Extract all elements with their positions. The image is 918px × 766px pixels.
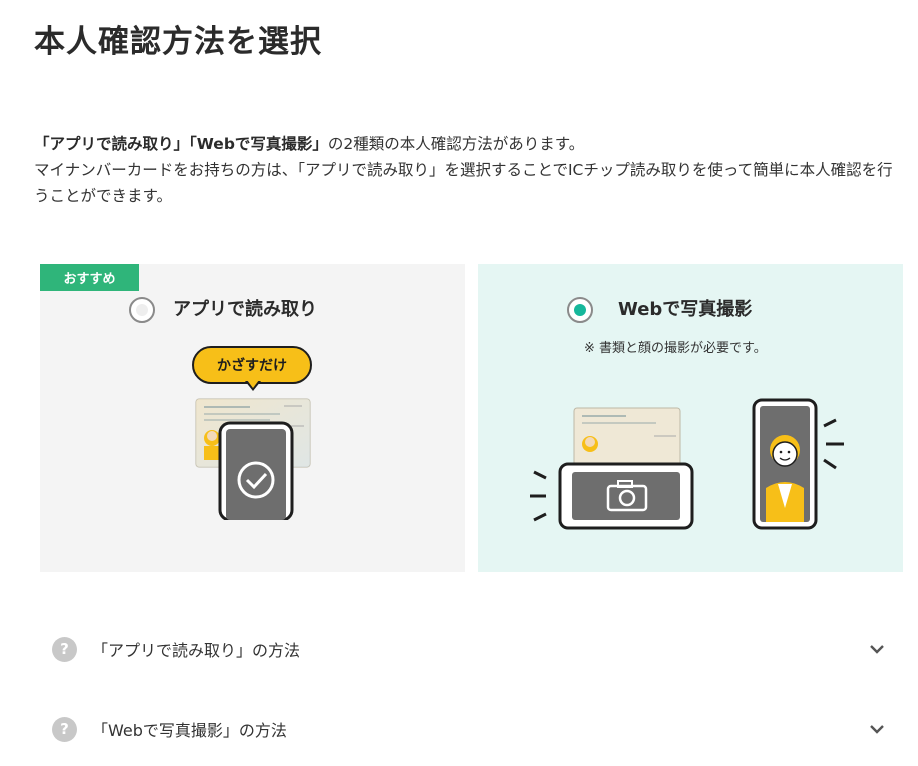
option-label-app: アプリで読み取り [173, 299, 317, 320]
phone-reading-card-illustration [195, 398, 311, 520]
option-label-web: Webで写真撮影 [618, 299, 753, 320]
page-title: 本人確認方法を選択 [34, 24, 322, 60]
option-card-web[interactable]: Webで写真撮影 ※ 書類と顔の撮影が必要です。 [478, 264, 903, 572]
question-icon: ? [52, 636, 77, 662]
faq-label: 「Webで写真撮影」の方法 [92, 721, 287, 740]
faq-app-method[interactable]: ? 「アプリで読み取り」の方法 [52, 634, 892, 664]
question-icon: ? [52, 716, 77, 742]
radio-app[interactable] [129, 297, 155, 323]
intro-bold-app: 「アプリで読み取り」 [34, 135, 190, 153]
intro-bold-web: 「Webで写真撮影」 [189, 135, 328, 153]
chevron-down-icon[interactable] [868, 723, 886, 735]
intro-text: 「アプリで読み取り」「Webで写真撮影」の2種類の本人確認方法があります。 マイ… [34, 131, 904, 209]
chevron-down-icon[interactable] [868, 643, 886, 655]
radio-web-dot [574, 304, 586, 316]
faq-label: 「アプリで読み取り」の方法 [92, 641, 301, 660]
recommended-badge: おすすめ [40, 264, 139, 291]
intro-line1-rest: の2種類の本人確認方法があります。 [327, 135, 585, 153]
radio-app-dot [136, 304, 148, 316]
option-card-app[interactable]: おすすめ アプリで読み取り かざすだけ [40, 264, 465, 572]
faq-web-method[interactable]: ? 「Webで写真撮影」の方法 [52, 714, 892, 744]
camera-capture-illustration [530, 398, 844, 530]
web-requirement-note: ※ 書類と顔の撮影が必要です。 [584, 341, 767, 356]
intro-line2: マイナンバーカードをお持ちの方は、「アプリで読み取り」を選択することでICチップ… [34, 161, 893, 205]
radio-web[interactable] [567, 297, 593, 323]
speech-bubble: かざすだけ [192, 346, 312, 384]
